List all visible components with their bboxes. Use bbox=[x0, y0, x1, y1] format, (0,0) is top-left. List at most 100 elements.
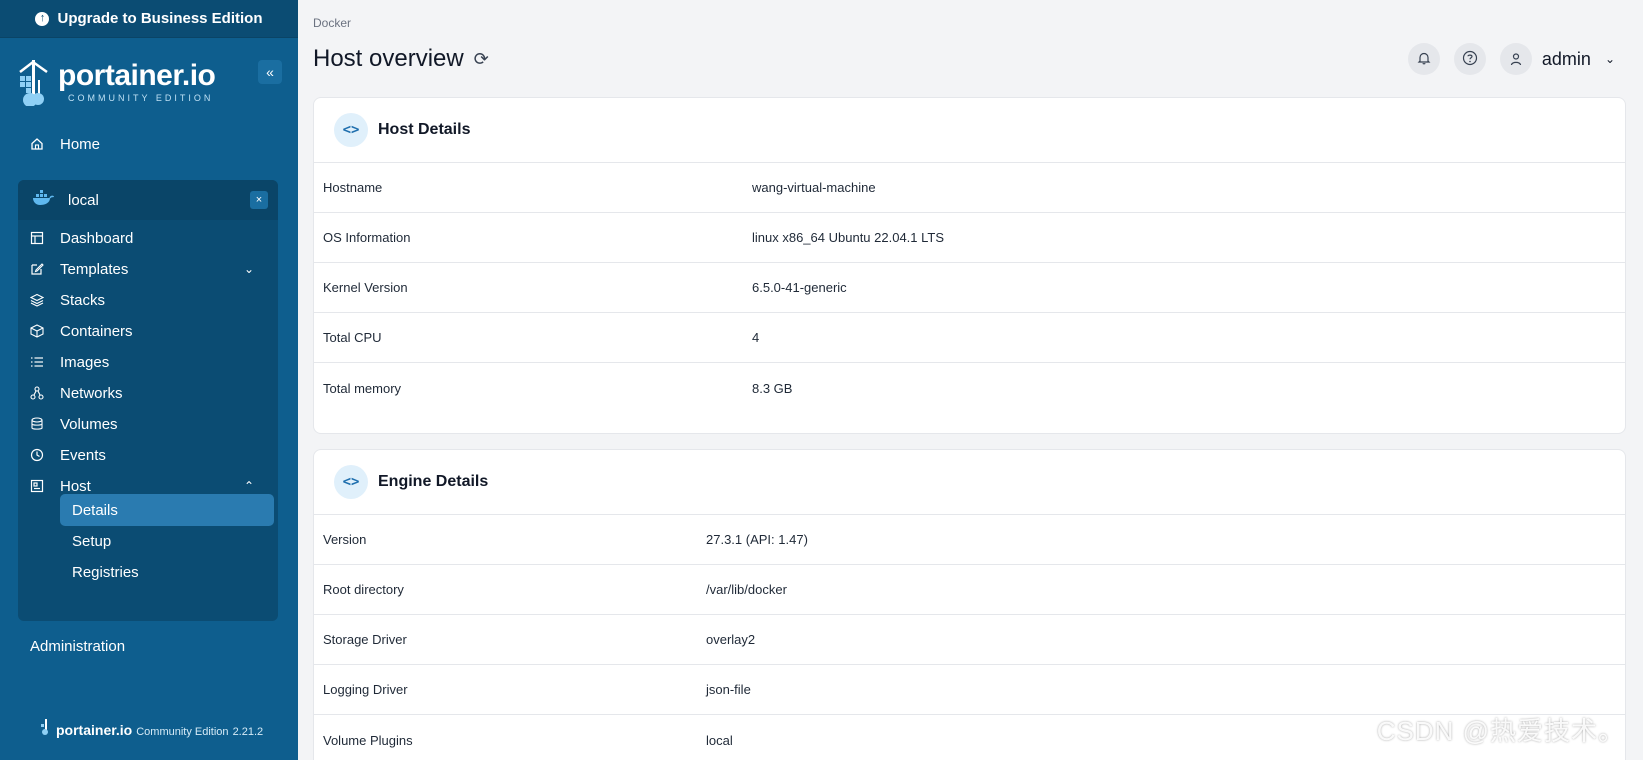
upgrade-banner[interactable]: ↑ Upgrade to Business Edition bbox=[0, 0, 298, 38]
row-value: 27.3.1 (API: 1.47) bbox=[706, 532, 808, 547]
portainer-logo-icon bbox=[16, 58, 52, 107]
environment-header[interactable]: local × bbox=[18, 180, 278, 220]
chevron-up-icon[interactable]: ⌃ bbox=[244, 479, 254, 493]
sidebar-item-label: Volumes bbox=[60, 415, 118, 433]
network-icon bbox=[30, 386, 44, 400]
sidebar-item-label: Stacks bbox=[60, 291, 106, 309]
sidebar: ↑ Upgrade to Business Edition portainer.… bbox=[0, 0, 298, 760]
sidebar-item-label: Images bbox=[60, 353, 110, 371]
footer-version: 2.21.2 bbox=[232, 726, 264, 738]
collapse-sidebar-button[interactable]: « bbox=[258, 60, 282, 84]
header-actions: admin ⌄ bbox=[1407, 43, 1615, 75]
user-icon bbox=[1499, 43, 1532, 75]
sidebar-footer: portainer.io Community Edition 2.21.2 bbox=[40, 719, 263, 738]
watermark: CSDN @热爱技术。 bbox=[1376, 716, 1625, 746]
row-value: wang-virtual-machine bbox=[752, 180, 876, 195]
sidebar-subitem-label: Registries bbox=[72, 563, 139, 581]
username: admin bbox=[1541, 48, 1591, 69]
row-key: Hostname bbox=[323, 180, 383, 195]
table-row: Total CPU 4 bbox=[314, 313, 1625, 363]
box-icon bbox=[30, 324, 44, 338]
row-value: /var/lib/docker bbox=[706, 582, 787, 597]
sidebar-item-stacks[interactable]: Stacks bbox=[30, 285, 266, 315]
sidebar-subitem-label: Details bbox=[72, 501, 118, 519]
sidebar-item-events[interactable]: Events bbox=[30, 440, 266, 470]
brand-name: portainer.io bbox=[58, 59, 216, 92]
row-key: Total memory bbox=[323, 380, 402, 396]
sidebar-item-label: Containers bbox=[60, 322, 133, 340]
notifications-button[interactable] bbox=[1407, 43, 1440, 75]
row-value: overlay2 bbox=[706, 632, 756, 647]
card-title: Host Details bbox=[378, 121, 471, 138]
table-row: Version 27.3.1 (API: 1.47) bbox=[314, 515, 1625, 565]
docker-whale-icon bbox=[32, 190, 55, 210]
edit-icon bbox=[30, 262, 44, 276]
host-details-card: <> Host Details Hostname wang-virtual-ma… bbox=[313, 97, 1626, 434]
row-key: Volume Plugins bbox=[323, 732, 413, 748]
row-value: 6.5.0-41-generic bbox=[752, 280, 847, 295]
list-icon bbox=[30, 355, 44, 369]
sidebar-subitem-setup[interactable]: Setup bbox=[60, 525, 274, 557]
chevron-down-icon[interactable]: ⌄ bbox=[244, 262, 254, 276]
row-key: Total CPU bbox=[323, 330, 382, 345]
clock-icon bbox=[30, 448, 44, 462]
row-value: json-file bbox=[706, 682, 751, 697]
sidebar-item-label: Host bbox=[60, 477, 91, 495]
home-icon bbox=[30, 137, 44, 151]
sidebar-item-label: Dashboard bbox=[60, 229, 134, 247]
row-key: Logging Driver bbox=[323, 682, 408, 697]
brand[interactable]: portainer.io COMMUNITY EDITION « bbox=[16, 56, 282, 108]
row-key: Version bbox=[323, 532, 367, 547]
sidebar-item-containers[interactable]: Containers bbox=[30, 316, 266, 346]
code-icon: <> bbox=[334, 465, 368, 499]
table-row: Hostname wang-virtual-machine bbox=[314, 163, 1625, 213]
arrow-up-circle-icon: ↑ bbox=[35, 11, 50, 26]
sidebar-item-home[interactable]: Home bbox=[30, 128, 100, 160]
sidebar-item-volumes[interactable]: Volumes bbox=[30, 409, 266, 439]
help-circle-icon bbox=[1462, 50, 1478, 69]
sidebar-item-label: Home bbox=[60, 135, 101, 153]
sidebar-subitem-label: Setup bbox=[72, 532, 112, 550]
footer-edition: Community Edition bbox=[136, 726, 229, 738]
page-title-text: Host overview bbox=[313, 45, 464, 72]
dashboard-icon bbox=[30, 231, 44, 245]
help-button[interactable] bbox=[1453, 43, 1486, 75]
environment-panel: local × Dashboard Templates ⌄ Stacks Con… bbox=[18, 180, 278, 621]
table-row: Root directory /var/lib/docker bbox=[314, 565, 1625, 615]
portainer-small-logo-icon bbox=[40, 719, 52, 738]
database-icon bbox=[30, 417, 44, 431]
environment-name: local bbox=[68, 191, 99, 209]
row-key: Root directory bbox=[323, 582, 404, 597]
sidebar-item-networks[interactable]: Networks bbox=[30, 378, 266, 408]
sidebar-subitem-details[interactable]: Details bbox=[60, 494, 274, 526]
sidebar-item-images[interactable]: Images bbox=[30, 347, 266, 377]
row-value: local bbox=[706, 732, 733, 748]
bell-icon bbox=[1417, 51, 1431, 68]
table-row: OS Information linux x86_64 Ubuntu 22.04… bbox=[314, 213, 1625, 263]
table-row: Logging Driver json-file bbox=[314, 665, 1625, 715]
breadcrumb[interactable]: Docker bbox=[313, 16, 351, 30]
sidebar-item-administration[interactable]: Administration bbox=[30, 638, 125, 655]
sidebar-item-dashboard[interactable]: Dashboard bbox=[30, 223, 266, 253]
table-row: Storage Driver overlay2 bbox=[314, 615, 1625, 665]
sidebar-item-label: Networks bbox=[60, 384, 123, 402]
card-header: <> Engine Details bbox=[314, 450, 1625, 515]
table-row: Total memory 8.3 GB bbox=[314, 363, 1625, 413]
sidebar-item-label: Events bbox=[60, 446, 106, 464]
upgrade-label: Upgrade to Business Edition bbox=[57, 10, 263, 27]
card-title: Engine Details bbox=[378, 473, 489, 490]
refresh-icon[interactable]: ⟳ bbox=[474, 49, 489, 70]
row-key: Kernel Version bbox=[323, 280, 408, 295]
card-header: <> Host Details bbox=[314, 98, 1625, 163]
chevron-down-icon: ⌄ bbox=[1604, 52, 1615, 66]
brand-edition: COMMUNITY EDITION bbox=[68, 93, 214, 103]
sidebar-subitem-registries[interactable]: Registries bbox=[60, 556, 274, 588]
row-value: linux x86_64 Ubuntu 22.04.1 LTS bbox=[752, 230, 945, 245]
main-content: Docker Host overview ⟳ admin ⌄ <> Host D… bbox=[298, 0, 1643, 760]
user-menu[interactable]: admin ⌄ bbox=[1499, 43, 1615, 75]
row-key: Storage Driver bbox=[323, 632, 407, 647]
sidebar-item-templates[interactable]: Templates ⌄ bbox=[30, 254, 266, 284]
row-key: OS Information bbox=[323, 230, 411, 245]
chevrons-left-icon: « bbox=[266, 64, 274, 80]
close-environment-button[interactable]: × bbox=[250, 191, 268, 209]
